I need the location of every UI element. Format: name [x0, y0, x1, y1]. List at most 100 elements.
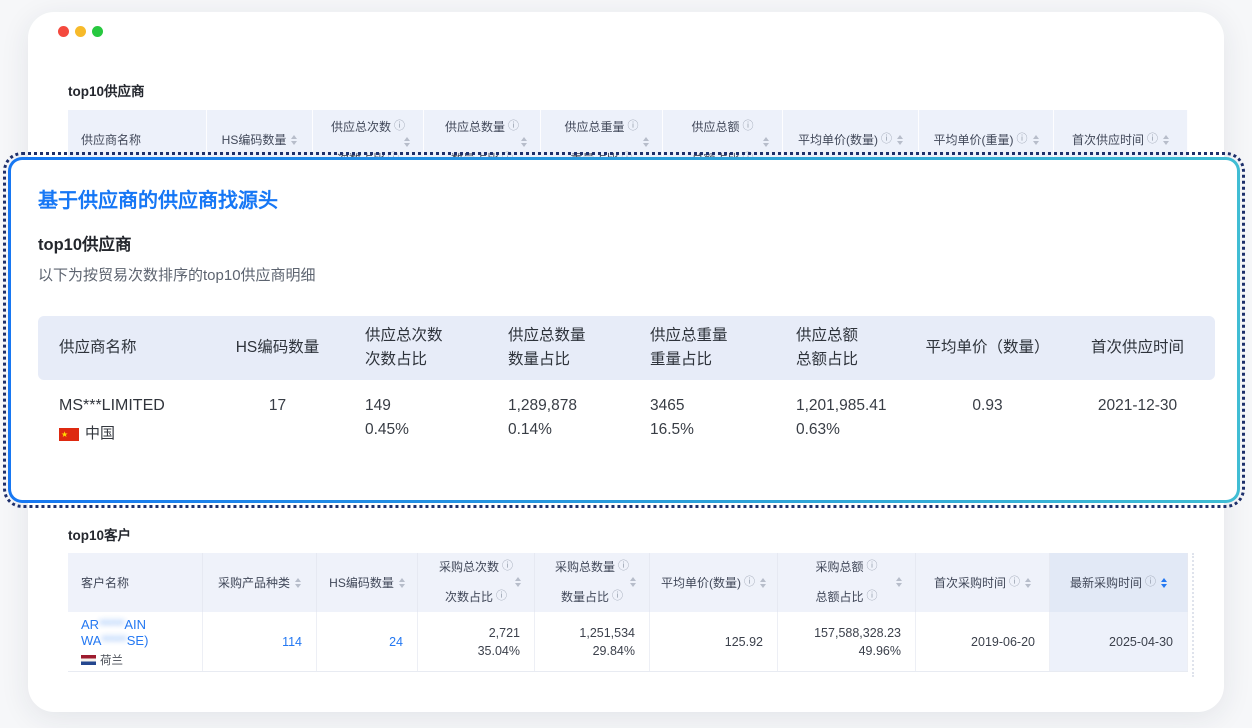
column-header-5[interactable]: 采购总数量ⓘ数量占比ⓘ	[535, 553, 650, 612]
column-label: 采购总额	[815, 558, 863, 575]
sort-icon[interactable]	[1163, 135, 1169, 145]
avg-price-cell: 0.93	[915, 394, 1060, 446]
info-icon[interactable]: ⓘ	[867, 591, 878, 602]
column-header-2: HS编码数量	[225, 316, 330, 380]
info-icon[interactable]: ⓘ	[508, 121, 519, 132]
sort-icon[interactable]	[515, 577, 521, 587]
supplier-table-row: MS***LIMITED ★ 中国 17 149 0.45% 1,289,878…	[38, 394, 1215, 446]
avg-price-cell: 125.92	[650, 612, 778, 671]
info-icon[interactable]: ⓘ	[502, 561, 513, 572]
purchase-qty-cell: 1,251,534 29.84%	[535, 612, 650, 671]
minimize-button[interactable]	[75, 26, 86, 37]
info-icon[interactable]: ⓘ	[1017, 134, 1028, 145]
hs-code-count-cell: 24	[317, 612, 418, 671]
column-header-3: 供应总次数次数占比	[330, 316, 480, 380]
china-flag-icon: ★	[59, 428, 79, 441]
column-header-5: 供应总重量重量占比	[625, 316, 770, 380]
info-icon[interactable]: ⓘ	[1145, 577, 1156, 588]
page-background: { "colors": { "accent_blue": "#1677f5", …	[0, 0, 1252, 728]
column-header-9[interactable]: 最新采购时间ⓘ	[1050, 553, 1188, 612]
purchase-amount-cell: 157,588,328.23 49.96%	[778, 612, 916, 671]
column-label: 首次采购时间	[934, 574, 1006, 591]
column-label: 供应总重量	[564, 118, 624, 135]
callout-highlight-panel: 基于供应商的供应商找源头 top10供应商 以下为按贸易次数排序的top10供应…	[8, 157, 1240, 503]
supplier-name-cell: MS***LIMITED ★ 中国	[38, 394, 225, 446]
info-icon[interactable]: ⓘ	[881, 134, 892, 145]
column-header-7: 平均单价（数量）	[915, 316, 1060, 380]
sort-icon[interactable]	[896, 577, 902, 587]
column-label: HS编码数量	[222, 131, 287, 148]
info-icon[interactable]: ⓘ	[1147, 134, 1158, 145]
column-label: 采购产品种类	[218, 574, 290, 591]
column-label: 采购总数量	[555, 558, 615, 575]
sort-icon[interactable]	[295, 578, 301, 588]
info-icon[interactable]: ⓘ	[1009, 577, 1020, 588]
callout-subtitle: 以下为按贸易次数排序的top10供应商明细	[38, 266, 1217, 286]
sort-icon[interactable]	[291, 135, 297, 145]
column-label: 供应总额	[691, 118, 739, 135]
callout-section-title: top10供应商	[38, 234, 1217, 256]
customer-country: 荷兰	[81, 652, 196, 668]
info-icon[interactable]: ⓘ	[618, 561, 629, 572]
sort-icon[interactable]	[1025, 578, 1031, 588]
column-header-2[interactable]: 采购产品种类	[203, 553, 317, 612]
column-sub-label: 次数占比	[445, 588, 493, 605]
info-icon[interactable]: ⓘ	[394, 121, 405, 132]
window-controls	[58, 26, 103, 37]
sort-icon[interactable]	[897, 135, 903, 145]
column-header-1: 客户名称	[68, 553, 203, 612]
column-header-4[interactable]: 采购总次数ⓘ次数占比ⓘ	[418, 553, 535, 612]
customer-section-title: top10客户	[68, 524, 131, 544]
maximize-button[interactable]	[92, 26, 103, 37]
sort-icon[interactable]	[521, 137, 527, 147]
sort-icon[interactable]	[1161, 578, 1167, 588]
column-label: 首次供应时间	[1072, 131, 1144, 148]
product-types-cell: 114	[203, 612, 317, 671]
info-icon[interactable]: ⓘ	[612, 591, 623, 602]
column-header-6[interactable]: 平均单价(数量)ⓘ	[650, 553, 778, 612]
supply-times-cell: 149 0.45%	[330, 394, 480, 446]
supplier-section-title: top10供应商	[68, 80, 145, 100]
fixed-column-divider	[1192, 553, 1194, 677]
sort-icon[interactable]	[643, 137, 649, 147]
first-purchase-date-cell: 2019-06-20	[916, 612, 1050, 671]
column-label: 最新采购时间	[1070, 574, 1142, 591]
info-icon[interactable]: ⓘ	[496, 591, 507, 602]
column-label: 平均单价(数量)	[798, 131, 878, 148]
column-header-7[interactable]: 采购总额ⓘ总额占比ⓘ	[778, 553, 916, 612]
hs-code-count-link[interactable]: 24	[389, 633, 403, 651]
sort-icon[interactable]	[630, 577, 636, 587]
product-types-link[interactable]: 114	[282, 633, 302, 651]
info-icon[interactable]: ⓘ	[867, 561, 878, 572]
supply-weight-cell: 3465 16.5%	[625, 394, 770, 446]
hs-code-count-cell: 17	[225, 394, 330, 446]
sort-icon[interactable]	[1033, 135, 1039, 145]
latest-purchase-date-cell: 2025-04-30	[1050, 612, 1188, 671]
column-label: 供应商名称	[81, 131, 141, 148]
column-header-6: 供应总额总额占比	[770, 316, 915, 380]
customer-name-cell: AR*****AIN WA*****SE) 荷兰	[68, 612, 203, 671]
info-icon[interactable]: ⓘ	[744, 577, 755, 588]
sort-icon[interactable]	[763, 137, 769, 147]
customer-table-row: AR*****AIN WA*****SE) 荷兰 114 24 2,721 35…	[68, 612, 1188, 672]
sort-icon[interactable]	[760, 578, 766, 588]
purchase-times-cell: 2,721 35.04%	[418, 612, 535, 671]
callout-title: 基于供应商的供应商找源头	[38, 188, 1217, 214]
column-header-3[interactable]: HS编码数量	[317, 553, 418, 612]
column-label: 平均单价(数量)	[661, 574, 741, 591]
column-label: HS编码数量	[329, 574, 394, 591]
info-icon[interactable]: ⓘ	[628, 121, 639, 132]
supplier-country: ★ 中国	[59, 422, 225, 446]
column-header-8[interactable]: 首次采购时间ⓘ	[916, 553, 1050, 612]
column-header-4: 供应总数量数量占比	[480, 316, 625, 380]
info-icon[interactable]: ⓘ	[743, 121, 754, 132]
customer-name-link[interactable]: AR*****AIN WA*****SE)	[81, 617, 196, 649]
sort-icon[interactable]	[399, 578, 405, 588]
close-button[interactable]	[58, 26, 69, 37]
sort-icon[interactable]	[404, 137, 410, 147]
first-supply-date-cell: 2021-12-30	[1060, 394, 1215, 446]
netherlands-flag-icon	[81, 655, 96, 665]
column-label: 平均单价(重量)	[934, 131, 1014, 148]
column-label: 供应总数量	[445, 118, 505, 135]
column-header-8: 首次供应时间	[1060, 316, 1215, 380]
